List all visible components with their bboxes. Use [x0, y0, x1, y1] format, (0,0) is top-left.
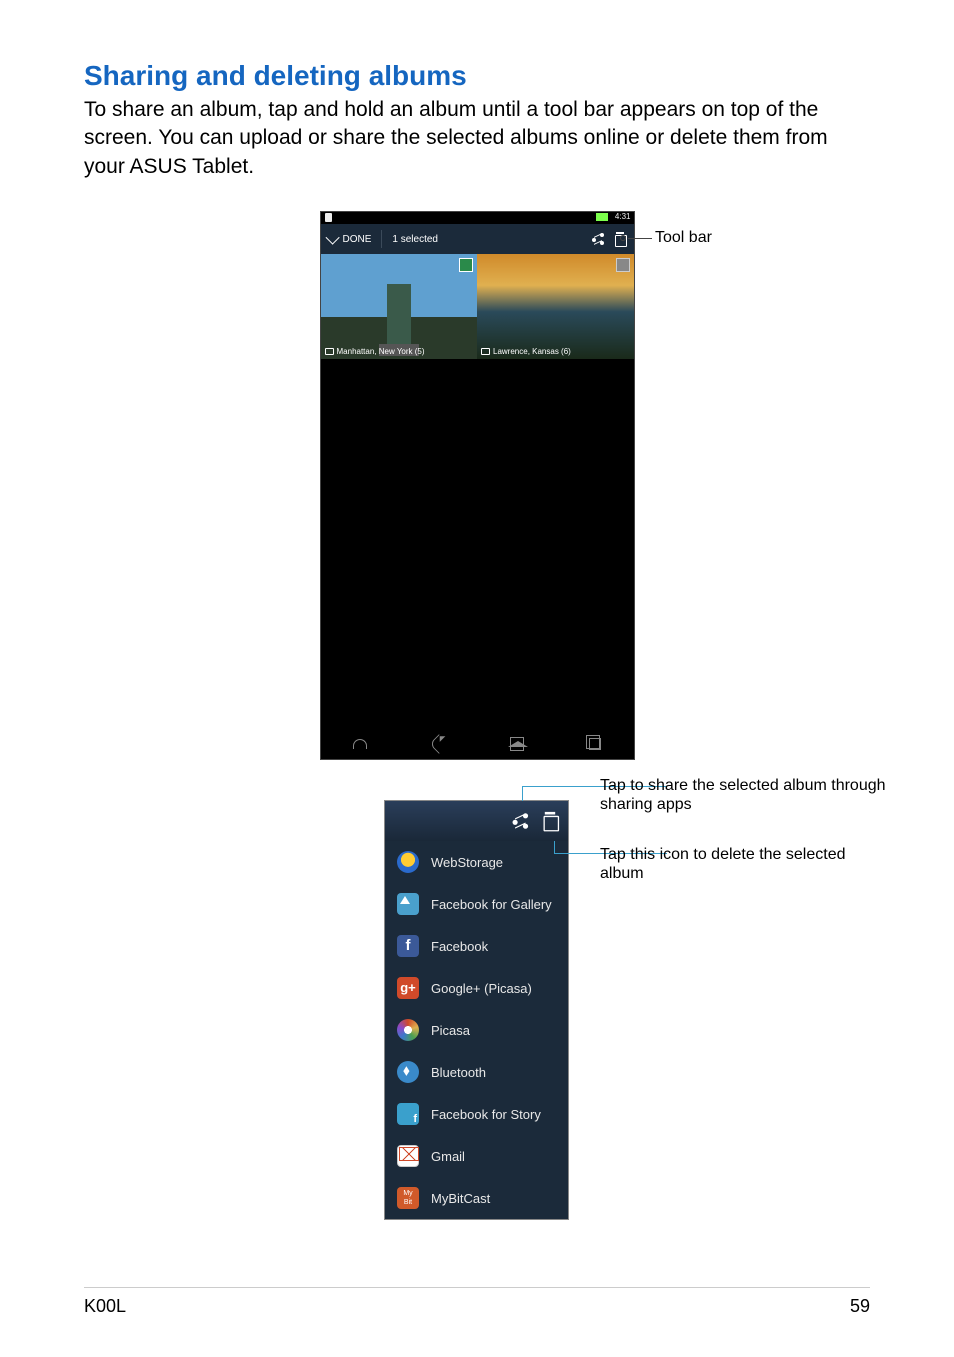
- footer-model: K00L: [84, 1296, 126, 1317]
- share-icon[interactable]: [510, 812, 528, 830]
- section-heading: Sharing and deleting albums: [84, 60, 870, 92]
- nav-bar: [321, 729, 634, 759]
- folder-icon: [325, 348, 334, 355]
- share-option-facebook[interactable]: f Facebook: [385, 925, 568, 967]
- option-label: MyBitCast: [431, 1191, 490, 1206]
- webstorage-icon: [397, 851, 419, 873]
- option-label: Facebook: [431, 939, 488, 954]
- option-label: Facebook for Story: [431, 1107, 541, 1122]
- google-plus-icon: g+: [397, 977, 419, 999]
- share-icon[interactable]: [590, 232, 604, 246]
- callout-line: [628, 238, 652, 239]
- done-label: DONE: [343, 234, 372, 245]
- page-footer: K00L 59: [84, 1287, 870, 1317]
- callout-toolbar-label: Tool bar: [655, 229, 712, 247]
- album-label: Lawrence, Kansas (6): [481, 347, 571, 356]
- album-grid: Manhattan, New York (5) Lawrence, Kansas…: [321, 254, 634, 359]
- done-button[interactable]: DONE: [329, 234, 372, 245]
- gallery-icon: [397, 893, 419, 915]
- share-option-bluetooth[interactable]: Bluetooth: [385, 1051, 568, 1093]
- figure-2: Tap to share the selected album through …: [84, 800, 870, 1220]
- status-time: 4:31: [615, 212, 631, 221]
- mybitcast-icon: MyBit: [397, 1187, 419, 1209]
- phone-screenshot: 4:31 DONE 1 selected Manhattan, New York…: [320, 211, 635, 760]
- share-option-facebook-story[interactable]: Facebook for Story: [385, 1093, 568, 1135]
- album-label: Manhattan, New York (5): [325, 347, 425, 356]
- album-thumbnail[interactable]: Manhattan, New York (5): [321, 254, 478, 359]
- empty-area: [321, 359, 634, 729]
- notifications-icon[interactable]: [353, 739, 367, 749]
- facebook-story-icon: [397, 1103, 419, 1125]
- picasa-icon: [397, 1019, 419, 1041]
- back-icon[interactable]: [429, 734, 449, 754]
- battery-icon: [596, 213, 608, 221]
- home-icon[interactable]: [510, 737, 524, 751]
- trash-icon[interactable]: [542, 812, 558, 830]
- option-label: WebStorage: [431, 855, 503, 870]
- facebook-icon: f: [397, 935, 419, 957]
- option-label: Gmail: [431, 1149, 465, 1164]
- option-label: Picasa: [431, 1023, 470, 1038]
- status-bar: 4:31: [321, 212, 634, 224]
- folder-icon: [481, 348, 490, 355]
- unselected-checkbox[interactable]: [616, 258, 630, 272]
- separator: [381, 230, 382, 248]
- selected-checkbox[interactable]: [459, 258, 473, 272]
- selected-count: 1 selected: [392, 234, 438, 245]
- share-option-google-plus[interactable]: g+ Google+ (Picasa): [385, 967, 568, 1009]
- option-label: Bluetooth: [431, 1065, 486, 1080]
- share-option-gmail[interactable]: Gmail: [385, 1135, 568, 1177]
- album-thumbnail[interactable]: Lawrence, Kansas (6): [477, 254, 634, 359]
- option-label: Google+ (Picasa): [431, 981, 532, 996]
- callout-delete-label: Tap this icon to delete the selected alb…: [600, 845, 880, 883]
- share-menu: WebStorage Facebook for Gallery f Faceboo…: [384, 800, 569, 1220]
- share-option-webstorage[interactable]: WebStorage: [385, 841, 568, 883]
- figure-1: 4:31 DONE 1 selected Manhattan, New York…: [84, 211, 870, 760]
- recent-apps-icon[interactable]: [589, 738, 601, 750]
- lock-icon: [325, 213, 332, 222]
- share-option-picasa[interactable]: Picasa: [385, 1009, 568, 1051]
- bluetooth-icon: [397, 1061, 419, 1083]
- footer-page-number: 59: [850, 1296, 870, 1317]
- share-option-facebook-gallery[interactable]: Facebook for Gallery: [385, 883, 568, 925]
- statue-graphic: [387, 284, 411, 344]
- intro-paragraph: To share an album, tap and hold an album…: [84, 96, 870, 181]
- selection-toolbar: DONE 1 selected: [321, 224, 634, 254]
- callout-share-label: Tap to share the selected album through …: [600, 776, 900, 814]
- check-icon: [325, 231, 339, 245]
- option-label: Facebook for Gallery: [431, 897, 552, 912]
- gmail-icon: [397, 1145, 419, 1167]
- callout-circle: [620, 235, 626, 241]
- share-option-mybitcast[interactable]: MyBit MyBitCast: [385, 1177, 568, 1219]
- menu-header: [385, 801, 568, 841]
